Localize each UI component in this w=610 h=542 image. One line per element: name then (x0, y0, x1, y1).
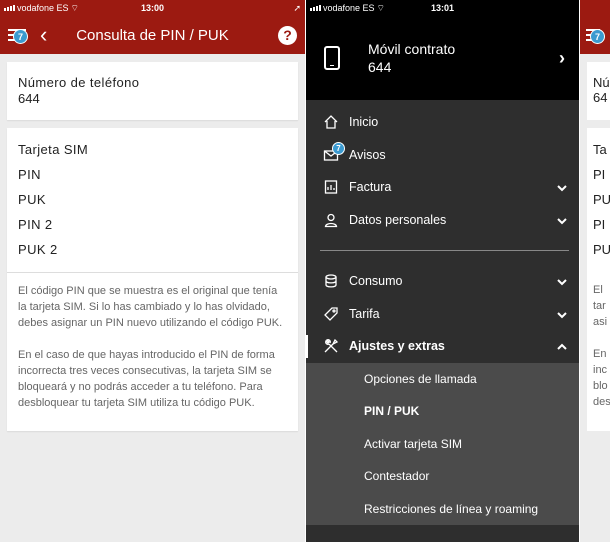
help-line: inc (593, 364, 608, 376)
app-header: 7 (580, 16, 610, 54)
notification-badge: 7 (590, 29, 605, 44)
sim-card: Ta PI PU PI PU El tar asi En inc blo des (587, 128, 610, 431)
side-menu-screen: vodafone ES ⌔ 13:01 Móvil contrato 644 ›… (306, 0, 579, 542)
menu-item-consumo[interactable]: Consumo (306, 265, 579, 298)
phone-number-card: Número de teléfono 644 (7, 62, 298, 120)
menu-item-label: Avisos (349, 147, 386, 162)
help-line: blo (593, 380, 608, 392)
pin2-label: PI (593, 217, 606, 232)
carrier-name: vodafone ES (17, 3, 69, 13)
puk-label: PUK (18, 192, 46, 207)
chevron-down-icon (556, 276, 567, 286)
menu-item-label: Ajustes y extras (349, 339, 445, 354)
chevron-right-icon: › (559, 47, 565, 68)
submenu-item-pin-puk[interactable]: PIN / PUK (306, 395, 579, 428)
phone-number-label: Número de teléfono (18, 75, 140, 90)
pin-label: PI (593, 167, 606, 182)
notification-badge: 7 (13, 29, 28, 44)
status-bar (580, 0, 610, 16)
mobile-phone-icon (324, 46, 340, 70)
pin-puk-screen-partial: 7 Nú 64 Ta PI PU PI PU El tar asi En inc… (580, 0, 610, 542)
chevron-down-icon (556, 309, 567, 319)
menu-item-label: Tarifa (349, 306, 380, 321)
wifi-icon: ⌔ (70, 2, 80, 13)
chevron-up-icon (556, 341, 567, 351)
submenu-ajustes: Opciones de llamada PIN / PUK Activar ta… (306, 362, 579, 526)
app-header: 7 ‹ Consulta de PIN / PUK ? (0, 16, 305, 54)
home-icon (322, 113, 340, 131)
menu-item-avisos[interactable]: 7 Avisos (306, 139, 579, 172)
user-icon (322, 211, 340, 229)
location-icon: ➚ (293, 2, 301, 13)
tag-icon (322, 305, 340, 323)
phone-number-label: Nú (593, 75, 610, 90)
chevron-down-icon (556, 215, 567, 225)
help-line: tar (593, 300, 606, 312)
pin-label: PIN (18, 167, 41, 182)
menu-item-label: Consumo (349, 274, 403, 289)
menu-button[interactable]: 7 (8, 27, 28, 44)
puk-label: PU (593, 192, 610, 207)
submenu-item-activar-sim[interactable]: Activar tarjeta SIM (306, 428, 579, 461)
signal-icon (4, 5, 15, 11)
menu-item-factura[interactable]: Factura (306, 171, 579, 204)
help-line: des (593, 396, 610, 408)
signal-icon (310, 5, 321, 11)
status-bar: vodafone ES ⌔ 13:00 ➚ (0, 0, 305, 16)
invoice-icon (322, 178, 340, 196)
menu-button[interactable]: 7 (586, 27, 606, 44)
sim-card: Tarjeta SIM PIN PUK PIN 2 PUK 2 El códig… (7, 128, 298, 431)
submenu-item-contestador[interactable]: Contestador (306, 460, 579, 493)
help-icon[interactable]: ? (278, 25, 297, 45)
notification-badge: 7 (332, 141, 345, 155)
help-text: El código PIN que se muestra es el origi… (7, 273, 298, 421)
phone-number-value: 64 (593, 90, 608, 105)
account-name: Móvil contrato (368, 41, 456, 57)
divider (320, 250, 569, 251)
help-paragraph: El código PIN que se muestra es el origi… (18, 285, 283, 329)
puk2-label: PU (593, 242, 610, 257)
menu-item-label: Datos personales (349, 212, 447, 227)
help-line: asi (593, 316, 608, 328)
sim-title: Tarjeta SIM (18, 142, 89, 157)
phone-number-card: Nú 64 (587, 62, 610, 120)
help-text: El tar asi En inc blo des (593, 282, 610, 410)
menu-item-label: Factura (349, 180, 392, 195)
wifi-icon: ⌔ (376, 2, 386, 13)
back-button[interactable]: ‹ (40, 24, 47, 46)
phone-number-value: 644 (18, 91, 40, 106)
help-line: El (593, 284, 603, 296)
menu-item-datos-personales[interactable]: Datos personales (306, 204, 579, 237)
menu-item-ajustes-extras[interactable]: Ajustes y extras (306, 330, 579, 363)
tools-icon (322, 337, 340, 355)
submenu-item-restricciones[interactable]: Restricciones de línea y roaming (306, 493, 579, 526)
status-bar: vodafone ES ⌔ 13:01 (306, 0, 579, 16)
sim-code-list: Tarjeta SIM PIN PUK PIN 2 PUK 2 (7, 128, 298, 273)
sim-title: Ta (593, 142, 607, 157)
account-number: 644 (368, 59, 392, 75)
menu-item-label: Inicio (349, 115, 379, 130)
chevron-down-icon (556, 182, 567, 192)
menu-item-inicio[interactable]: Inicio (306, 106, 579, 139)
help-line: En (593, 348, 607, 360)
submenu-item-opciones-llamada[interactable]: Opciones de llamada (306, 363, 579, 396)
menu-item-tarifa[interactable]: Tarifa (306, 298, 579, 331)
usage-icon (322, 272, 340, 290)
carrier-name: vodafone ES (323, 3, 375, 13)
account-selector[interactable]: Móvil contrato 644 › (306, 16, 579, 100)
pin-puk-screen: vodafone ES ⌔ 13:00 ➚ 7 ‹ Consulta de PI… (0, 0, 305, 542)
pin2-label: PIN 2 (18, 217, 53, 232)
help-paragraph: En el caso de que hayas introducido el P… (18, 349, 275, 409)
main-menu: Inicio 7 Avisos Factura Datos personales… (306, 106, 579, 525)
puk2-label: PUK 2 (18, 242, 58, 257)
